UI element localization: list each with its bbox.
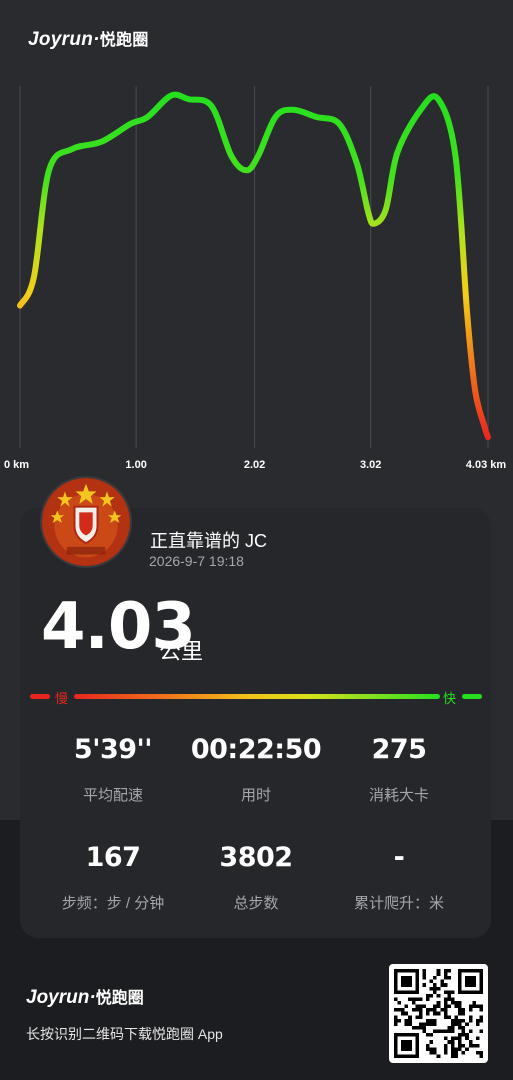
top-brand-logo: Joyrun·悦跑圈	[28, 26, 149, 51]
pace-color-legend: 慢 快	[30, 688, 482, 706]
stat-label: 消耗大卡	[368, 787, 429, 804]
stat-label: 平均配速	[82, 787, 143, 804]
qr-code-icon[interactable]	[389, 964, 488, 1063]
stat-duration: 00:22:50 用时	[181, 734, 331, 805]
legend-fast-dash	[462, 694, 482, 699]
footer-logo-cn: 悦跑圈	[95, 990, 144, 1007]
footer-brand-logo: Joyrun·悦跑圈	[26, 984, 144, 1009]
x-tick-label: 0 km	[4, 459, 29, 471]
brand-logo-cn: 悦跑圈	[99, 32, 149, 49]
legend-fast-label: 快	[443, 691, 457, 706]
download-hint: 长按识别二维码下载悦跑圈 App	[26, 1026, 223, 1042]
stat-label: 总步数	[233, 895, 279, 912]
stat-value: -	[393, 842, 405, 873]
legend-slow-label: 慢	[55, 691, 69, 706]
legend-gradient-bar	[74, 694, 440, 699]
run-datetime: 2026-9-7 19:18	[149, 553, 244, 569]
brand-logo-dot: ·	[93, 29, 100, 50]
x-tick-label: 3.02	[360, 459, 381, 471]
stat-value: 5'39''	[73, 734, 153, 765]
stat-elevation-gain: - 累计爬升：米	[324, 842, 474, 913]
stat-value: 275	[371, 734, 427, 765]
avatar-badge-icon[interactable]	[40, 476, 132, 568]
x-tick-label: 4.03 km	[466, 459, 507, 471]
stat-value: 167	[85, 842, 141, 873]
user-name: 正直靠谱的 JC	[150, 531, 267, 551]
stat-label: 累计爬升：米	[353, 895, 444, 912]
stat-cadence: 167 步频：步 / 分钟	[38, 842, 188, 913]
pace-series-line	[17, 91, 491, 441]
footer-logo-latin: Joyrun	[26, 987, 90, 1008]
pace-chart: 0 km 1.00 2.02 3.02 4.03 km	[4, 86, 507, 471]
stat-value: 3802	[219, 842, 293, 873]
stat-label: 用时	[240, 787, 271, 804]
stat-total-steps: 3802 总步数	[181, 842, 331, 913]
distance-unit: 公里	[159, 639, 204, 664]
stat-label: 步频：步 / 分钟	[61, 895, 165, 912]
x-tick-label: 1.00	[125, 459, 146, 471]
brand-logo-latin: Joyrun	[28, 29, 94, 50]
legend-slow-dash	[30, 694, 50, 699]
stat-value: 00:22:50	[190, 734, 322, 765]
stat-calories: 275 消耗大卡	[324, 734, 474, 805]
x-tick-label: 2.02	[244, 459, 265, 471]
stat-avg-pace: 5'39'' 平均配速	[38, 734, 188, 805]
